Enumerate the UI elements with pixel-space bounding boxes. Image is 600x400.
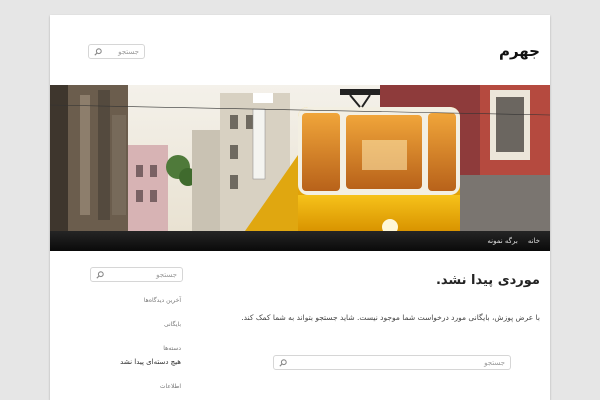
search-icon[interactable] <box>94 269 105 280</box>
sidebar: آخرین دیدگاه‌ها بایگانی دسته‌ها هیچ دسته… <box>90 283 183 390</box>
widget-archives-title: بایگانی <box>164 321 181 328</box>
nav-item-home[interactable]: خانه <box>528 237 540 245</box>
content-search-placeholder: جستجو <box>484 358 505 367</box>
header-image <box>50 85 550 231</box>
search-icon[interactable] <box>92 46 103 57</box>
page-container: جهرم جستجو خانه برگه نمونه موردی پیدا نش… <box>50 15 550 400</box>
sidebar-search-input[interactable]: جستجو <box>90 267 183 282</box>
widget-categories-title: دسته‌ها <box>163 345 181 352</box>
widget-meta-title: اطلاعات <box>159 383 181 390</box>
content-search-input[interactable]: جستجو <box>273 355 511 370</box>
nav-item-sample-page[interactable]: برگه نمونه <box>487 237 517 245</box>
search-icon[interactable] <box>277 357 288 368</box>
not-found-message: با عرض پوزش، بایگانی مورد درخواست شما مو… <box>241 313 540 322</box>
site-title[interactable]: جهرم <box>499 42 540 60</box>
categories-empty-text: هیچ دسته‌ای پیدا نشد <box>120 358 181 366</box>
main-navigation: خانه برگه نمونه <box>50 231 550 251</box>
main-content: موردی پیدا نشد. با عرض پوزش، بایگانی مور… <box>210 273 540 325</box>
sidebar-search-placeholder: جستجو <box>156 270 177 279</box>
header-search-input[interactable]: جستجو <box>88 44 145 59</box>
page-title: موردی پیدا نشد. <box>435 273 540 288</box>
header-search-placeholder: جستجو <box>118 47 139 56</box>
widget-recent-comments-title: آخرین دیدگاه‌ها <box>143 297 181 304</box>
